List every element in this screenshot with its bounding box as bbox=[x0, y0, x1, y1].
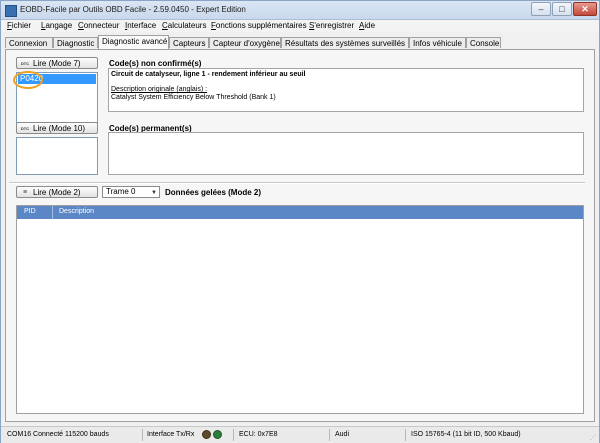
menu-label: nterface bbox=[127, 21, 157, 30]
tab-resultats-systemes[interactable]: Résultats des systèmes surveillés bbox=[281, 37, 409, 48]
dtc-original-label: Description originale (anglais) : bbox=[111, 86, 208, 93]
dtc-icon: DTC bbox=[20, 126, 30, 131]
table-header: PID Description bbox=[17, 206, 583, 219]
menu-aide[interactable]: Aide bbox=[359, 21, 375, 30]
minimize-button[interactable]: – bbox=[531, 2, 551, 16]
permanent-codes-list[interactable] bbox=[16, 137, 98, 175]
tab-capteur-oxygene[interactable]: Capteur d'oxygène bbox=[209, 37, 281, 48]
status-make: Audi bbox=[335, 431, 350, 438]
highlight-ring bbox=[13, 71, 43, 89]
freeze-frame-title: Données gelées (Mode 2) bbox=[165, 188, 262, 197]
pending-description-box: Circuit de catalyseur, ligne 1 - rendeme… bbox=[108, 68, 584, 112]
freeze-frame-table[interactable]: PID Description bbox=[16, 205, 584, 414]
dtc-description-title: Circuit de catalyseur, ligne 1 - rendeme… bbox=[111, 71, 306, 78]
tab-infos-vehicule[interactable]: Infos véhicule bbox=[409, 37, 466, 48]
tab-diagnostic[interactable]: Diagnostic bbox=[53, 37, 98, 48]
maximize-button[interactable]: □ bbox=[552, 2, 572, 16]
title-bar[interactable]: EOBD-Facile par Outils OBD Facile - 2.59… bbox=[1, 1, 599, 20]
tab-connexion[interactable]: Connexion bbox=[5, 37, 53, 48]
close-button[interactable]: ✕ bbox=[573, 2, 597, 16]
menu-label: onctions supplémentaires bbox=[215, 21, 307, 30]
menu-label: angage bbox=[45, 21, 73, 30]
dtc-original-description: Catalyst System Efficiency Below Thresho… bbox=[111, 94, 276, 101]
read-mode10-button[interactable]: DTC Lire (Mode 10) bbox=[16, 122, 98, 134]
menu-langage[interactable]: Langage bbox=[41, 21, 72, 30]
chevron-down-icon: ▼ bbox=[151, 190, 157, 196]
menu-senregistrer[interactable]: S'enregistrer bbox=[309, 21, 354, 30]
status-interface: Interface Tx/Rx bbox=[147, 431, 195, 438]
status-divider bbox=[405, 429, 406, 441]
column-header-description[interactable]: Description bbox=[59, 208, 94, 215]
read-mode2-button[interactable]: ≡ Lire (Mode 2) bbox=[16, 186, 98, 198]
menu-interface[interactable]: Interface bbox=[125, 21, 156, 30]
status-ecu: ECU: 0x7E8 bbox=[239, 431, 278, 438]
status-protocol: ISO 15765-4 (11 bit ID, 500 Kbaud) bbox=[411, 431, 521, 438]
menu-label: ichier bbox=[11, 21, 32, 30]
tab-diagnostic-avance[interactable]: Diagnostic avancé bbox=[98, 35, 169, 49]
read-mode7-button[interactable]: DTC Lire (Mode 7) bbox=[16, 57, 98, 69]
window-title: EOBD-Facile par Outils OBD Facile - 2.59… bbox=[20, 5, 246, 14]
section-divider bbox=[9, 182, 585, 184]
status-divider bbox=[233, 429, 234, 441]
menu-label: ide bbox=[364, 21, 376, 30]
tab-strip: Connexion Diagnostic Diagnostic avancé C… bbox=[5, 35, 597, 49]
menu-bar: Fichier Langage Connecteur Interface Cal… bbox=[1, 20, 599, 32]
status-divider bbox=[329, 429, 330, 441]
tab-capteurs[interactable]: Capteurs bbox=[169, 37, 209, 48]
list-icon: ≡ bbox=[22, 189, 28, 196]
pending-codes-title: Code(s) non confirmé(s) bbox=[109, 59, 202, 68]
resize-grip-icon[interactable]: ⋰ bbox=[590, 434, 598, 442]
app-window: EOBD-Facile par Outils OBD Facile - 2.59… bbox=[0, 0, 600, 443]
rx-led-icon bbox=[213, 430, 222, 439]
column-header-pid[interactable]: PID bbox=[24, 208, 36, 215]
dtc-icon: DTC bbox=[20, 61, 30, 66]
app-icon bbox=[5, 5, 17, 17]
menu-label: onnecteur bbox=[83, 21, 120, 30]
frame-select-value: Trame 0 bbox=[106, 187, 136, 196]
read-mode10-label: Lire (Mode 10) bbox=[33, 124, 86, 133]
read-mode7-label: Lire (Mode 7) bbox=[33, 59, 81, 68]
frame-select[interactable]: Trame 0 ▼ bbox=[102, 186, 160, 198]
status-bar: COM16 Connecté 115200 bauds Interface Tx… bbox=[1, 426, 599, 443]
read-mode2-label: Lire (Mode 2) bbox=[33, 188, 81, 197]
menu-calculateurs[interactable]: Calculateurs bbox=[162, 21, 206, 30]
column-divider[interactable] bbox=[52, 206, 53, 219]
permanent-description-box bbox=[108, 132, 584, 175]
status-divider bbox=[142, 429, 143, 441]
menu-fichier[interactable]: Fichier bbox=[7, 21, 31, 30]
tx-led-icon bbox=[202, 430, 211, 439]
tab-console[interactable]: Console bbox=[466, 37, 501, 48]
status-connection: COM16 Connecté 115200 bauds bbox=[7, 431, 109, 438]
menu-fonctions-supplementaires[interactable]: Fonctions supplémentaires bbox=[211, 21, 307, 30]
menu-label: 'enregistrer bbox=[314, 21, 355, 30]
menu-connecteur[interactable]: Connecteur bbox=[78, 21, 119, 30]
menu-label: alculateurs bbox=[167, 21, 207, 30]
